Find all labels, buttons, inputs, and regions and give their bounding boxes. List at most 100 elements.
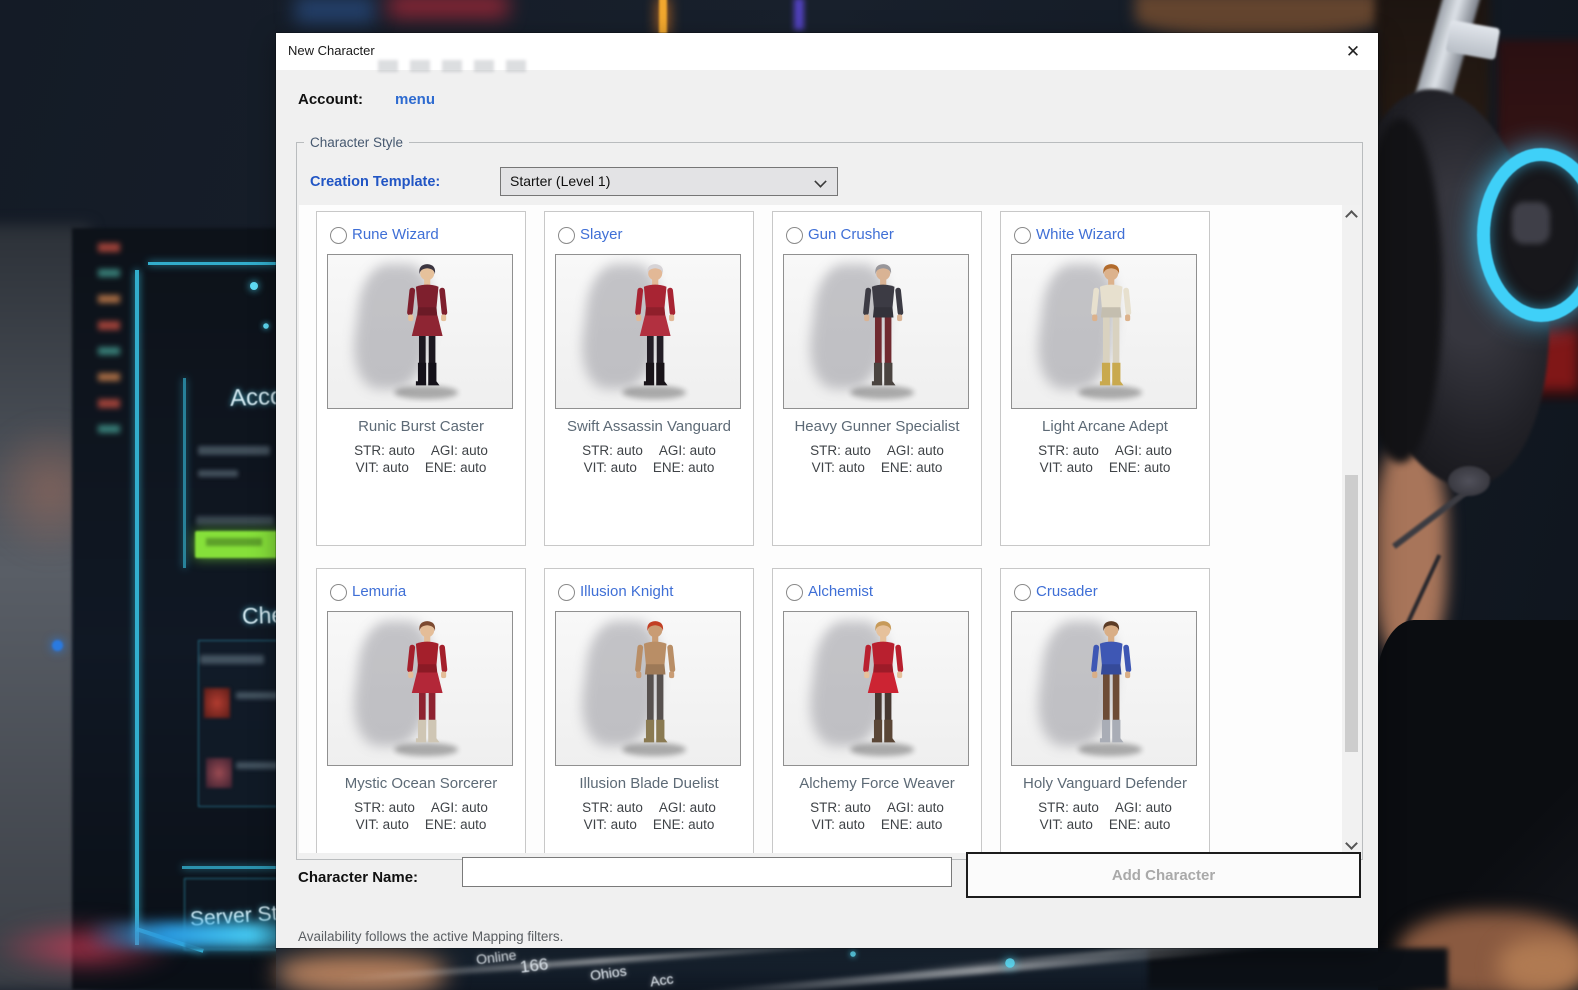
scroll-up-button[interactable] <box>1342 205 1361 223</box>
stat-vit: VIT: auto <box>355 817 409 832</box>
character-card[interactable]: Gun Crusher Heavy Gunner Specialist STR:… <box>772 211 982 546</box>
bg-purple-neon-bar <box>794 0 804 30</box>
stat-ene: ENE: auto <box>424 460 487 475</box>
stat-ene: ENE: auto <box>424 817 487 832</box>
close-icon[interactable]: ✕ <box>1342 41 1364 63</box>
bg-hud-frame-line <box>183 378 186 568</box>
stat-vit: VIT: auto <box>811 817 865 832</box>
stat-ene: ENE: auto <box>652 817 715 832</box>
bg-cyan-dot <box>1005 958 1015 968</box>
build-name-label: Mystic Ocean Sorcerer <box>344 775 498 792</box>
character-card[interactable]: Lemuria Mystic Ocean Sorcerer STR: auto … <box>316 568 526 853</box>
character-figure <box>1078 620 1143 756</box>
bg-top-blue-glow <box>295 0 375 24</box>
character-card[interactable]: White Wizard Light Arcane Adept STR: aut… <box>1000 211 1210 546</box>
creation-template-dropdown[interactable]: Starter (Level 1) <box>500 167 838 196</box>
stat-vit: VIT: auto <box>1039 817 1093 832</box>
character-portrait <box>1011 254 1197 409</box>
stat-ene: ENE: auto <box>1108 460 1171 475</box>
class-name-label: Rune Wizard <box>352 226 439 243</box>
bg-person-hair-top <box>1135 0 1385 36</box>
character-figure <box>1078 263 1143 399</box>
radio-button-icon[interactable] <box>558 584 575 601</box>
character-figure <box>622 620 687 756</box>
bg-list-thumbnail <box>204 688 230 718</box>
scroll-down-button[interactable] <box>1342 836 1361 853</box>
stat-agi: AGI: auto <box>886 443 944 458</box>
radio-button-icon[interactable] <box>558 227 575 244</box>
build-name-label: Heavy Gunner Specialist <box>794 418 960 435</box>
account-label: Account: <box>298 91 363 108</box>
class-name-label: Alchemist <box>808 583 874 600</box>
bg-hud-frame-line <box>148 262 278 265</box>
chevron-up-icon <box>1345 210 1358 223</box>
character-card[interactable]: Rune Wizard Runic Burst Caster STR: auto… <box>316 211 526 546</box>
stat-str: STR: auto <box>810 443 871 458</box>
character-portrait <box>327 254 513 409</box>
character-portrait <box>783 254 969 409</box>
build-name-label: Light Arcane Adept <box>1042 418 1168 435</box>
scrollbar-thumb[interactable] <box>1345 475 1358 752</box>
bg-person-arm-highlight <box>1498 938 1578 990</box>
character-card[interactable]: Slayer Swift Assassin Vanguard STR: auto… <box>544 211 754 546</box>
bg-blue-led <box>52 640 63 651</box>
class-name-label: Gun Crusher <box>808 226 894 243</box>
stat-ene: ENE: auto <box>652 460 715 475</box>
stat-str: STR: auto <box>1038 800 1099 815</box>
bg-hud-frame-line <box>182 866 282 869</box>
stats-block: STR: auto AGI: auto VIT: auto ENE: auto <box>545 799 753 833</box>
stat-str: STR: auto <box>354 443 415 458</box>
stat-vit: VIT: auto <box>355 460 409 475</box>
account-menu-link[interactable]: menu <box>395 91 435 108</box>
vertical-scrollbar[interactable] <box>1342 205 1361 853</box>
stat-ene: ENE: auto <box>880 460 943 475</box>
availability-note: Availability follows the active Mapping … <box>298 929 564 944</box>
class-name-label: Lemuria <box>352 583 407 600</box>
character-portrait <box>1011 611 1197 766</box>
bg-text-smudge <box>196 516 274 525</box>
creation-template-value: Starter (Level 1) <box>510 173 611 189</box>
bg-orange-neon-bar <box>659 0 667 35</box>
build-name-label: Illusion Blade Duelist <box>579 775 719 792</box>
radio-button-icon[interactable] <box>1014 227 1031 244</box>
build-name-label: Runic Burst Caster <box>358 418 484 435</box>
add-character-button[interactable]: Add Character <box>966 852 1361 898</box>
radio-button-icon[interactable] <box>330 227 347 244</box>
stat-agi: AGI: auto <box>1114 800 1172 815</box>
stat-agi: AGI: auto <box>658 443 716 458</box>
radio-button-icon[interactable] <box>1014 584 1031 601</box>
character-card[interactable]: Alchemist Alchemy Force Weaver STR: auto… <box>772 568 982 853</box>
character-figure <box>394 620 459 756</box>
character-card[interactable]: Crusader Holy Vanguard Defender STR: aut… <box>1000 568 1210 853</box>
chevron-down-icon <box>814 175 827 188</box>
stat-agi: AGI: auto <box>886 800 944 815</box>
stat-vit: VIT: auto <box>811 460 865 475</box>
screen: Acco Chera Server St Online 166 Ohios Ac… <box>0 0 1578 990</box>
bg-icon-column <box>98 243 120 443</box>
stats-block: STR: auto AGI: auto VIT: auto ENE: auto <box>1001 442 1209 476</box>
character-name-label: Character Name: <box>298 869 419 886</box>
build-name-label: Alchemy Force Weaver <box>799 775 955 792</box>
stat-ene: ENE: auto <box>1108 817 1171 832</box>
character-figure <box>850 620 915 756</box>
radio-button-icon[interactable] <box>786 584 803 601</box>
stats-block: STR: auto AGI: auto VIT: auto ENE: auto <box>773 799 981 833</box>
character-name-input[interactable] <box>462 857 952 887</box>
radio-button-icon[interactable] <box>786 227 803 244</box>
bg-hud-dot <box>250 282 258 290</box>
window-title: New Character <box>288 43 375 58</box>
bg-text-smudge <box>198 446 270 455</box>
stats-block: STR: auto AGI: auto VIT: auto ENE: auto <box>773 442 981 476</box>
bg-cyan-dot <box>850 951 856 957</box>
bg-ticker-word: Acc <box>649 970 675 990</box>
character-card[interactable]: Illusion Knight Illusion Blade Duelist S… <box>544 568 754 853</box>
build-name-label: Swift Assassin Vanguard <box>567 418 731 435</box>
bg-headset-logo <box>1512 202 1550 244</box>
stats-block: STR: auto AGI: auto VIT: auto ENE: auto <box>317 442 525 476</box>
radio-button-icon[interactable] <box>330 584 347 601</box>
chevron-down-icon <box>1345 837 1358 850</box>
stat-str: STR: auto <box>582 443 643 458</box>
stat-vit: VIT: auto <box>1039 460 1093 475</box>
stats-block: STR: auto AGI: auto VIT: auto ENE: auto <box>545 442 753 476</box>
stats-block: STR: auto AGI: auto VIT: auto ENE: auto <box>1001 799 1209 833</box>
